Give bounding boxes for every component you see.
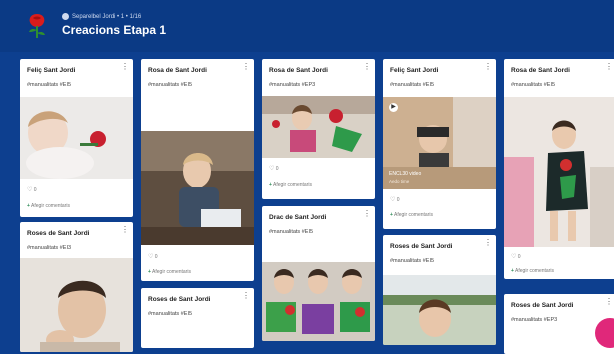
plus-icon: +	[390, 212, 393, 218]
post-title: Rosa de Sant Jordi	[148, 67, 207, 74]
post-title: Roses de Sant Jordi	[27, 230, 90, 237]
add-comment-label: Afegir comentaris	[152, 269, 191, 275]
likes-counter[interactable]: ♡ 0	[511, 253, 521, 260]
board-meta-text: Separelbel Jordi • 1 • 1/16	[72, 13, 142, 20]
video-subtitle: Aedo time	[389, 179, 410, 184]
more-options-icon[interactable]: ⋮	[242, 63, 250, 71]
plus-icon: +	[511, 268, 514, 274]
post-photo[interactable]	[20, 97, 133, 179]
rose-logo-icon	[29, 14, 45, 38]
post-tags: #manualitats #EI5	[390, 258, 435, 264]
add-comment-button[interactable]: + Afegir comentaris	[269, 182, 312, 188]
add-comment-button[interactable]: + Afegir comentaris	[27, 203, 70, 209]
add-comment-label: Afegir comentaris	[31, 203, 70, 209]
likes-counter[interactable]: ♡ 0	[269, 165, 279, 172]
post-tags: #manualitats #EI5	[27, 82, 72, 88]
video-title: ENCL30 video	[389, 171, 422, 177]
post-title: Roses de Sant Jordi	[511, 302, 574, 309]
post-photo[interactable]	[262, 96, 375, 158]
post-title: Rosa de Sant Jordi	[269, 67, 328, 74]
board-meta: Separelbel Jordi • 1 • 1/16	[62, 13, 141, 20]
child-video-image	[383, 97, 496, 167]
add-comment-button[interactable]: + Afegir comentaris	[148, 269, 191, 275]
post-tags: #manualitats #EP3	[269, 82, 316, 88]
children-dragon-craft-image	[262, 262, 375, 341]
video-caption: ENCL30 video Aedo time	[383, 167, 496, 189]
post-tags: #manualitats #EI5	[390, 82, 435, 88]
post-card[interactable]: Roses de Sant Jordi #manualitats #EI3 ⋮	[20, 222, 133, 352]
plus-icon: +	[27, 203, 30, 209]
post-card[interactable]: Rosa de Sant Jordi #manualitats #EI5 ⋮ ♡…	[504, 59, 614, 279]
board-header: Separelbel Jordi • 1 • 1/16 Creacions Et…	[0, 0, 614, 52]
heart-icon: ♡	[27, 187, 33, 193]
post-card[interactable]: Feliç Sant Jordi #manualitats #EI5 ⋮ ▶ E…	[383, 59, 496, 229]
more-options-icon[interactable]: ⋮	[484, 63, 492, 71]
board-title: Creacions Etapa 1	[62, 23, 167, 37]
more-options-icon[interactable]: ⋮	[363, 210, 371, 218]
post-photo[interactable]	[262, 262, 375, 341]
plus-icon: +	[269, 182, 272, 188]
post-card[interactable]: Rosa de Sant Jordi #manualitats #EP3 ⋮ ♡…	[262, 59, 375, 199]
post-photo[interactable]	[20, 258, 133, 352]
post-tags: #manualitats #EI5	[148, 311, 193, 317]
likes-count: 0	[517, 254, 521, 260]
child-with-dragon-craft-image	[504, 97, 614, 247]
more-options-icon[interactable]: ⋮	[484, 239, 492, 247]
more-options-icon[interactable]: ⋮	[121, 63, 129, 71]
post-video-thumbnail[interactable]: ▶	[383, 97, 496, 167]
more-options-icon[interactable]: ⋮	[605, 298, 613, 306]
add-comment-label: Afegir comentaris	[394, 212, 433, 218]
post-card[interactable]: Roses de Sant Jordi #manualitats #EI5 ⋮	[141, 288, 254, 348]
post-title: Feliç Sant Jordi	[27, 67, 76, 74]
post-card[interactable]: Roses de Sant Jordi #manualitats #EI5 ⋮	[383, 235, 496, 345]
post-photo[interactable]	[141, 131, 254, 245]
heart-icon: ♡	[148, 254, 154, 260]
add-comment-button[interactable]: + Afegir comentaris	[390, 212, 433, 218]
add-comment-label: Afegir comentaris	[273, 182, 312, 188]
post-tags: #manualitats #EP3	[511, 317, 558, 323]
child-portrait-image	[20, 258, 133, 352]
play-icon[interactable]: ▶	[389, 103, 398, 112]
post-tags: #manualitats #EI5	[148, 82, 193, 88]
likes-counter[interactable]: ♡ 0	[148, 253, 158, 260]
child-with-rose-image	[20, 97, 133, 179]
more-options-icon[interactable]: ⋮	[121, 226, 129, 234]
post-title: Feliç Sant Jordi	[390, 67, 439, 74]
child-crafting-image	[141, 131, 254, 245]
more-options-icon[interactable]: ⋮	[242, 292, 250, 300]
post-title: Drac de Sant Jordi	[269, 214, 327, 221]
post-card[interactable]: Rosa de Sant Jordi #manualitats #EI5 ⋮ ♡…	[141, 59, 254, 281]
more-options-icon[interactable]: ⋮	[363, 63, 371, 71]
add-comment-label: Afegir comentaris	[515, 268, 554, 274]
post-card[interactable]: Feliç Sant Jordi #manualitats #EI5 ⋮ ♡ 0…	[20, 59, 133, 217]
author-avatar-icon	[62, 13, 69, 20]
post-tags: #manualitats #EI5	[511, 82, 556, 88]
heart-icon: ♡	[269, 166, 275, 172]
post-title: Roses de Sant Jordi	[148, 296, 211, 303]
child-with-craft-rose-image	[262, 96, 375, 158]
likes-count: 0	[275, 166, 279, 172]
likes-count: 0	[396, 197, 400, 203]
post-title: Roses de Sant Jordi	[390, 243, 453, 250]
post-tags: #manualitats #EI3	[27, 245, 72, 251]
likes-count: 0	[154, 254, 158, 260]
post-tags: #manualitats #EI5	[269, 229, 314, 235]
likes-count: 0	[33, 187, 37, 193]
post-title: Rosa de Sant Jordi	[511, 67, 570, 74]
add-comment-button[interactable]: + Afegir comentaris	[511, 268, 554, 274]
post-photo[interactable]	[504, 97, 614, 247]
post-card[interactable]: Drac de Sant Jordi #manualitats #EI5 ⋮	[262, 206, 375, 341]
likes-counter[interactable]: ♡ 0	[27, 186, 37, 193]
heart-icon: ♡	[390, 197, 396, 203]
more-options-icon[interactable]: ⋮	[605, 63, 613, 71]
likes-counter[interactable]: ♡ 0	[390, 196, 400, 203]
board-columns: Feliç Sant Jordi #manualitats #EI5 ⋮ ♡ 0…	[0, 52, 614, 354]
heart-icon: ♡	[511, 254, 517, 260]
plus-icon: +	[148, 269, 151, 275]
